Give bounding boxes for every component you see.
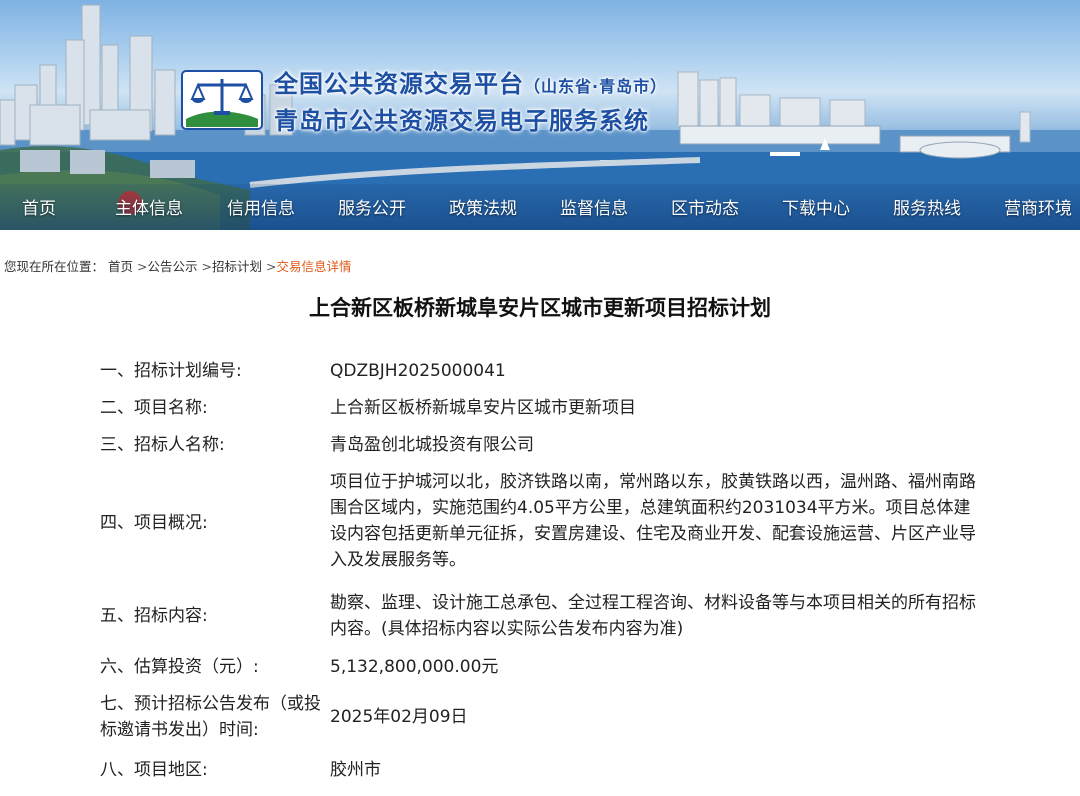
detail-value: 2025年02月09日 (330, 707, 468, 727)
detail-label: 五、招标内容: (100, 606, 208, 626)
nav-item-district-news[interactable]: 区市动态 (671, 194, 739, 219)
breadcrumb-separator: > (265, 259, 277, 274)
detail-value: 勘察、监理、设计施工总承包、全过程工程咨询、材料设备等与本项目相关的所有招标内容… (330, 593, 976, 639)
title-main-text: 全国公共资源交易平台 (274, 70, 524, 98)
site-title-main: 全国公共资源交易平台（山东省·青岛市） (274, 64, 667, 99)
nav-item-hotline[interactable]: 服务热线 (893, 194, 961, 219)
title-region-text: （山东省·青岛市） (524, 77, 668, 96)
breadcrumb: 您现在所在位置： 首页 >公告公示 >招标计划 >交易信息详情 (4, 256, 351, 275)
detail-value: 胶州市 (330, 760, 381, 780)
detail-label: 一、招标计划编号: (100, 361, 242, 381)
detail-value: 项目位于护城河以北，胶济铁路以南，常州路以东，胶黄铁路以西，温州路、福州南路围合… (330, 472, 976, 570)
scales-emblem-icon (180, 69, 264, 131)
breadcrumb-prefix: 您现在所在位置： (4, 259, 105, 274)
nav-item-policies[interactable]: 政策法规 (449, 194, 517, 219)
nav-item-service-disclosure[interactable]: 服务公开 (338, 194, 406, 219)
breadcrumb-separator: > (201, 259, 212, 274)
breadcrumb-separator: > (137, 259, 148, 274)
site-title-block: 全国公共资源交易平台（山东省·青岛市） 青岛市公共资源交易电子服务系统 (274, 64, 667, 136)
detail-label: 四、项目概况: (100, 513, 208, 533)
nav-item-home[interactable]: 首页 (22, 194, 56, 219)
main-nav: 首页 主体信息 信用信息 服务公开 政策法规 监督信息 区市动态 下载中心 服务… (0, 184, 1080, 230)
nav-item-business-environment[interactable]: 营商环境 (1004, 194, 1072, 219)
detail-label: 七、预计招标公告发布（或投标邀请书发出）时间: (100, 694, 321, 740)
nav-item-entity-info[interactable]: 主体信息 (115, 194, 183, 219)
breadcrumb-item-announcements[interactable]: 公告公示 (147, 259, 197, 274)
nav-item-downloads[interactable]: 下载中心 (782, 194, 850, 219)
breadcrumb-item-home[interactable]: 首页 (108, 259, 133, 274)
nav-item-supervision[interactable]: 监督信息 (560, 194, 628, 219)
detail-value: 青岛盈创北城投资有限公司 (330, 435, 534, 455)
nav-item-credit-info[interactable]: 信用信息 (227, 194, 295, 219)
header-banner: 全国公共资源交易平台（山东省·青岛市） 青岛市公共资源交易电子服务系统 首页 主… (0, 0, 1080, 230)
detail-label: 三、招标人名称: (100, 435, 225, 455)
detail-label: 八、项目地区: (100, 760, 208, 780)
detail-label: 六、估算投资（元）: (100, 657, 259, 677)
detail-value: 上合新区板桥新城阜安片区城市更新项目 (330, 398, 636, 418)
site-title-system: 青岛市公共资源交易电子服务系统 (274, 107, 649, 135)
breadcrumb-item-tender-plan[interactable]: 招标计划 (212, 259, 262, 274)
site-logo[interactable]: 全国公共资源交易平台（山东省·青岛市） 青岛市公共资源交易电子服务系统 (180, 64, 667, 136)
breadcrumb-item-current: 交易信息详情 (276, 259, 352, 274)
detail-value: QDZBJH2025000041 (330, 361, 506, 381)
page-title: 上合新区板桥新城阜安片区城市更新项目招标计划 (309, 296, 771, 320)
detail-value: 5,132,800,000.00元 (330, 657, 499, 677)
detail-label: 二、项目名称: (100, 398, 208, 418)
